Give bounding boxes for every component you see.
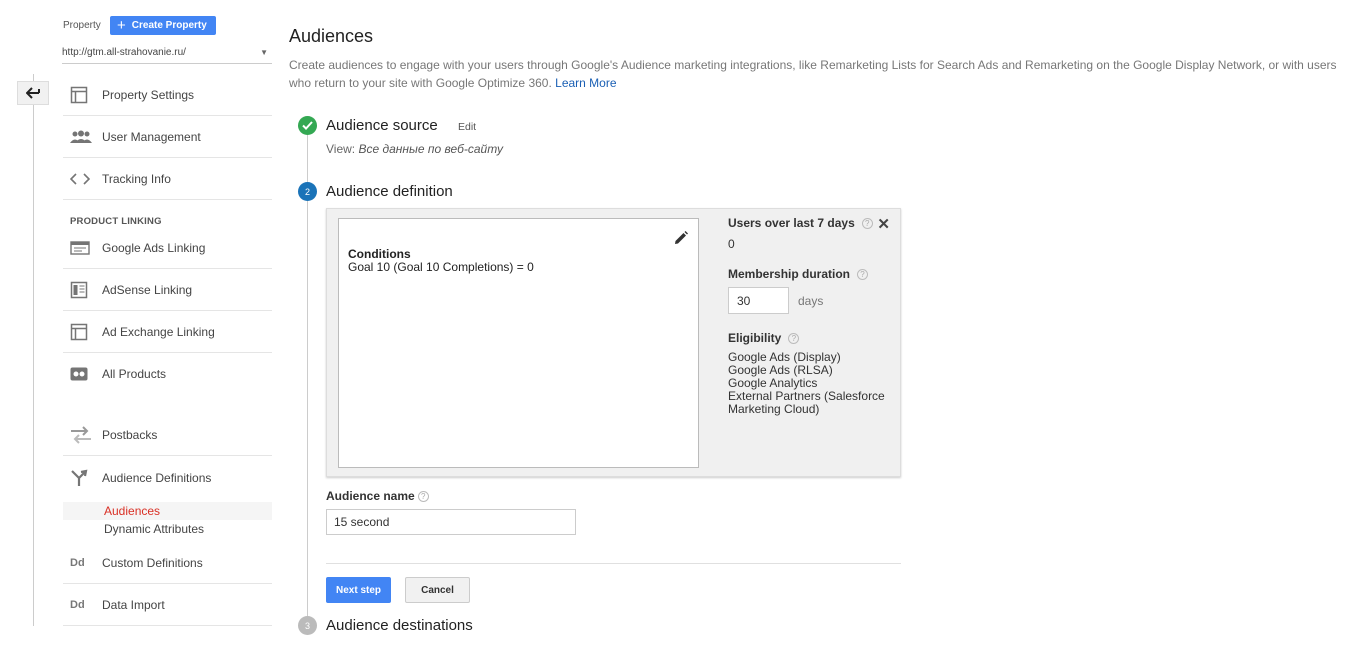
create-property-label: Create Property [131,20,207,31]
create-property-button[interactable]: + Create Property [110,16,216,35]
sidebar-item-label: All Products [102,367,167,381]
sidebar-subitem-audiences[interactable]: Audiences [63,502,272,520]
membership-label-text: Membership duration [728,267,851,281]
view-line: View: Все данные по веб-сайту [326,142,503,156]
conditions-text: Goal 10 (Goal 10 Completions) = 0 [348,260,534,274]
sidebar-item-label: Data Import [102,597,165,612]
caret-down-icon: ▼ [260,48,268,57]
adsense-icon [63,281,102,299]
audience-name-input[interactable]: 15 second [326,509,576,535]
help-icon[interactable]: ? [788,332,800,344]
products-icon [63,367,102,381]
step-connector-line [307,135,308,625]
sidebar-item-postbacks[interactable]: Postbacks [63,414,272,456]
sidebar-item-label: Ad Exchange Linking [102,324,215,339]
property-label: Property [63,20,101,31]
sidebar-item-label: Custom Definitions [102,555,203,570]
back-arrow-icon [26,87,40,99]
sidebar-item-ad-exchange-linking[interactable]: Ad Exchange Linking [63,311,272,353]
step-audience-source-title: Audience source [326,117,438,134]
eligibility-item: Marketing Cloud) [728,402,820,416]
dd-icon-text: Dd [70,556,85,569]
property-select[interactable]: http://gtm.all-strahovanie.ru/ ▼ [62,42,272,64]
help-icon[interactable]: ? [857,268,869,280]
sidebar-item-data-import[interactable]: Dd Data Import [63,584,272,626]
help-icon[interactable]: ? [417,490,429,502]
sidebar-item-custom-definitions[interactable]: Dd Custom Definitions [63,542,272,584]
audience-name-label-text: Audience name [326,489,415,503]
help-icon[interactable]: ? [861,217,873,229]
sidebar-item-google-ads-linking[interactable]: Google Ads Linking [63,227,272,269]
sidebar-item-label: Property Settings [102,87,195,102]
view-value: Все данные по веб-сайту [358,142,503,156]
audience-name-label: Audience name? [326,489,429,503]
sidebar-item-label: Postbacks [102,427,158,442]
step-number-badge: 3 [298,616,317,635]
sidebar-subitem-dynamic-attributes[interactable]: Dynamic Attributes [63,520,272,538]
eligibility-list: Google Ads (Display) Google Ads (RLSA) G… [728,351,885,416]
step-audience-destinations-title: Audience destinations [326,617,473,634]
back-arrow-button[interactable] [17,81,49,105]
divider [326,563,901,564]
dd-icon-text: Dd [70,598,85,611]
rail-line [33,74,34,626]
plus-icon: + [117,17,126,34]
dd-icon: Dd [63,599,102,611]
sidebar-item-tracking-info[interactable]: Tracking Info [63,158,272,200]
cancel-button[interactable]: Cancel [405,577,470,603]
sidebar-item-property-settings[interactable]: Property Settings [63,74,272,116]
sidebar-item-label: User Management [102,129,201,144]
next-step-button[interactable]: Next step [326,577,391,603]
learn-more-link[interactable]: Learn More [555,76,616,90]
sidebar-item-user-management[interactable]: User Management [63,116,272,158]
property-url: http://gtm.all-strahovanie.ru/ [62,47,186,58]
sidebar-item-label: AdSense Linking [102,282,193,297]
sidebar-item-label: Audience Definitions [102,471,212,485]
step-number-badge: 2 [298,182,317,201]
edit-source-link[interactable]: Edit [458,121,476,133]
pencil-edit-icon[interactable] [674,231,688,250]
audience-definition-box: Conditions Goal 10 (Goal 10 Completions)… [326,208,901,477]
sidebar-item-label: Google Ads Linking [102,240,206,255]
conditions-title: Conditions [348,247,411,261]
membership-duration-input[interactable]: 30 [728,287,789,314]
users-label-text: Users over last 7 days [728,216,855,230]
eligibility-label: Eligibility? [728,331,800,345]
product-linking-heading: PRODUCT LINKING [70,216,162,227]
step-complete-icon [298,116,317,135]
close-icon[interactable]: ✕ [877,215,890,233]
fork-icon [63,469,102,487]
view-label: View: [326,142,356,156]
step-audience-definition-title: Audience definition [326,183,453,200]
sidebar-item-audience-definitions[interactable]: Audience Definitions [63,457,272,499]
window-icon [63,86,102,104]
code-icon [63,172,102,186]
adexchange-icon [63,323,102,341]
users-icon [63,130,102,144]
conditions-panel[interactable]: Conditions Goal 10 (Goal 10 Completions)… [338,218,699,468]
users-over-7-days-label: Users over last 7 days? [728,216,873,230]
eligibility-label-text: Eligibility [728,331,782,345]
membership-duration-label: Membership duration? [728,267,869,281]
sidebar-item-label: Tracking Info [102,171,171,186]
page-description: Create audiences to engage with your use… [289,56,1339,92]
description-text: Create audiences to engage with your use… [289,58,1337,90]
days-unit-label: days [798,294,824,308]
ads-icon [63,240,102,255]
dd-icon: Dd [63,557,102,569]
postbacks-icon [63,425,102,444]
page-title: Audiences [289,26,374,46]
sidebar-item-all-products[interactable]: All Products [63,353,272,395]
sidebar-item-adsense-linking[interactable]: AdSense Linking [63,269,272,311]
users-value: 0 [728,237,735,251]
